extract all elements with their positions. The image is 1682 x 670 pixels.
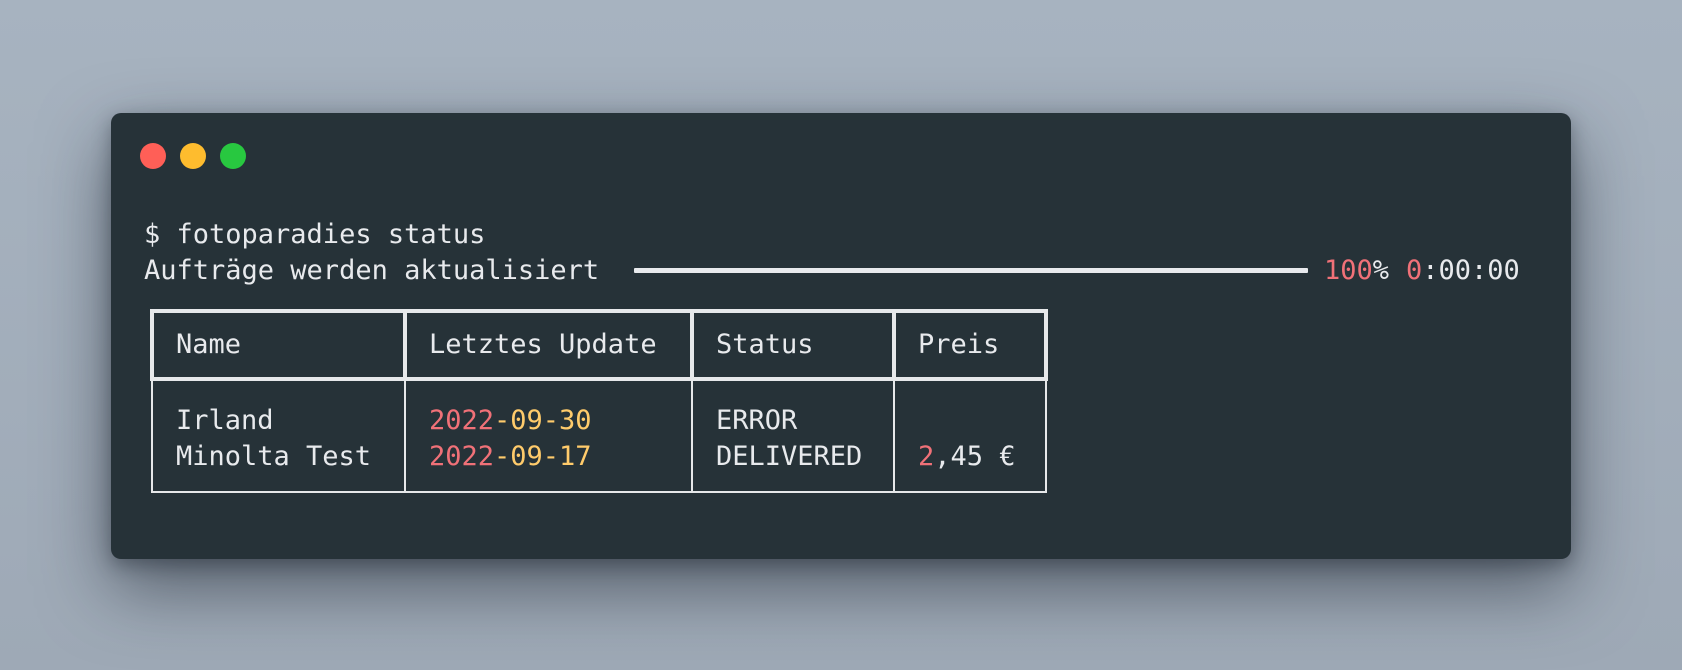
table-bottom-border: [151, 491, 1047, 493]
terminal-window: $ fotoparadies status Aufträge werden ak…: [111, 113, 1571, 559]
table-body-divider: [691, 381, 693, 493]
header-name: Name: [176, 329, 242, 360]
row-date-rest: -09-17: [494, 441, 592, 472]
progress-bar: [634, 268, 1308, 273]
progress-percent: 100%: [1324, 253, 1389, 289]
window-controls: [140, 143, 246, 169]
header-last-update: Letztes Update: [429, 329, 657, 360]
table-header-top-border: [150, 309, 1048, 313]
table-header-divider: [1044, 309, 1048, 381]
header-price: Preis: [918, 329, 1000, 360]
table-body-divider: [404, 381, 406, 493]
progress-elapsed-time: 0:00:00: [1406, 253, 1520, 289]
progress-percent-number: 100: [1324, 255, 1373, 286]
row-date-rest: -09-30: [494, 405, 592, 436]
row-date-year: 2022: [429, 441, 495, 472]
table-header-divider: [690, 309, 694, 381]
table-header-divider: [403, 309, 407, 381]
progress-label: Aufträge werden aktualisiert: [144, 255, 600, 286]
command-line: $ fotoparadies status: [144, 219, 486, 250]
orders-table: Name Letztes Update Status Preis Irland …: [150, 309, 1048, 495]
table-header-bottom-border: [150, 377, 1048, 381]
zoom-window-button[interactable]: [220, 143, 246, 169]
row-status: ERROR: [716, 405, 798, 436]
table-body-divider: [893, 381, 895, 493]
table-header-divider: [892, 309, 896, 381]
progress-time-hours: 0: [1406, 255, 1423, 286]
progress-percent-sign: %: [1372, 255, 1390, 286]
progress-line: Aufträge werden aktualisiert 100% 0:00:0…: [144, 253, 1524, 289]
table-body-divider: [151, 381, 153, 493]
row-name: Minolta Test: [176, 441, 372, 472]
row-price-rest: ,45 €: [934, 441, 1016, 472]
table-header-divider: [150, 309, 154, 381]
row-price: 2,45 €: [918, 439, 1016, 475]
table-body-divider: [1045, 381, 1047, 493]
progress-time-rest: :00:00: [1422, 255, 1520, 286]
header-status: Status: [716, 329, 814, 360]
row-date-year: 2022: [429, 405, 495, 436]
close-window-button[interactable]: [140, 143, 166, 169]
row-date: 2022-09-30: [429, 403, 592, 439]
row-status: DELIVERED: [716, 441, 863, 472]
row-price-int: 2: [918, 441, 935, 472]
row-name: Irland: [176, 405, 274, 436]
minimize-window-button[interactable]: [180, 143, 206, 169]
row-date: 2022-09-17: [429, 439, 592, 475]
